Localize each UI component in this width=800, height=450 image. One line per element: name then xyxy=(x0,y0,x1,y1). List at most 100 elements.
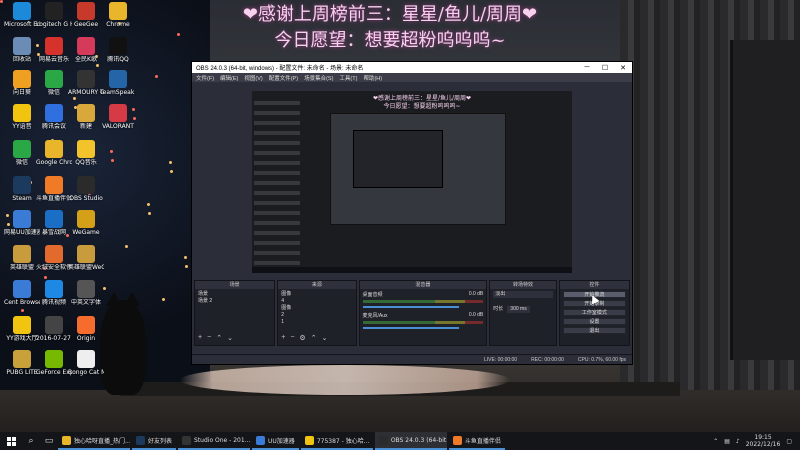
desktop-icon[interactable]: 英雄联盟 xyxy=(4,245,40,271)
maximize-icon[interactable]: ☐ xyxy=(596,64,614,72)
clock[interactable]: 19:15 2022/12/16 xyxy=(746,434,781,448)
desktop-icon[interactable]: 火绒安全软件 xyxy=(36,245,72,271)
desktop-icon[interactable]: 中英文字体 xyxy=(68,280,104,306)
desktop-icon[interactable]: 全民K歌 xyxy=(68,37,104,63)
taskbar-app[interactable]: 独心哈呀直播_热门... xyxy=(58,432,130,450)
search-icon[interactable]: ⌕ xyxy=(22,432,40,450)
desktop-icon[interactable]: 英雄联盟WeGame平台 xyxy=(68,245,104,271)
duration-input[interactable]: 300 ms xyxy=(507,306,530,313)
control-button[interactable]: 退出 xyxy=(562,327,626,334)
desktop-icon[interactable]: 网易UU加速器 xyxy=(4,210,40,236)
taskbar-app[interactable]: Studio One - 201... xyxy=(178,432,251,450)
desktop-icon[interactable]: OBS Studio xyxy=(68,176,104,202)
app-icon xyxy=(452,435,462,445)
move-down-icon[interactable]: ⌄ xyxy=(227,334,233,342)
source-item[interactable]: 图像 xyxy=(281,305,352,312)
menu-item[interactable]: 视图(V) xyxy=(244,74,262,82)
desktop-icon[interactable]: 微信 xyxy=(36,70,72,96)
scene-item[interactable]: 场景 2 xyxy=(198,298,271,305)
close-icon[interactable]: ✕ xyxy=(614,64,632,72)
volume-slider[interactable] xyxy=(362,327,460,329)
remove-icon[interactable]: − xyxy=(290,334,294,342)
add-icon[interactable]: + xyxy=(198,334,202,342)
desktop-icon[interactable]: WeGame xyxy=(68,210,104,236)
volume-slider[interactable] xyxy=(362,306,460,308)
desktop-icon[interactable]: VALORANT xyxy=(100,104,136,130)
desktop-icon[interactable]: GeeGee xyxy=(68,2,104,28)
mixer-channel[interactable]: 桌面音频 0.0 dB xyxy=(360,289,487,310)
obs-preview[interactable]: ❤感谢上周榜前三：星星/鱼儿/周周❤ 今日愿望：想要超粉呜呜呜~ xyxy=(252,91,572,273)
desktop-icon[interactable]: Chrome xyxy=(100,2,136,28)
minimize-icon[interactable]: ─ xyxy=(578,64,596,72)
desktop-icon[interactable]: TeamSpeak 3 xyxy=(100,70,136,96)
scenes-dock: 场景 场景 场景 2 + − ⌃ ⌄ xyxy=(194,280,276,346)
desktop-icon-label: 网易UU加速器 xyxy=(4,229,40,236)
scenes-list[interactable]: 场景 场景 2 xyxy=(195,289,274,307)
desktop-icon[interactable]: 向日葵 xyxy=(4,70,40,96)
taskbar-app[interactable]: OBS 24.0.3 (64-bit... xyxy=(374,432,447,450)
obs-titlebar[interactable]: OBS 24.0.3 (64-bit, windows) - 配置文件: 未命名… xyxy=(192,62,632,73)
source-item[interactable]: 2 xyxy=(281,312,352,319)
desktop-icon[interactable]: YY游戏大厅 xyxy=(4,316,40,342)
desktop-icon[interactable]: 腾讯会议 xyxy=(36,104,72,130)
city-light xyxy=(148,212,151,215)
sources-list[interactable]: 图像 4 图像 2 1 xyxy=(278,289,355,328)
notification-icon[interactable]: ▢ xyxy=(786,438,792,445)
obs-window[interactable]: OBS 24.0.3 (64-bit, windows) - 配置文件: 未命名… xyxy=(191,61,633,365)
desktop-icon[interactable]: Logitech G HUB xyxy=(36,2,72,28)
menu-item[interactable]: 编辑(E) xyxy=(220,74,238,82)
desktop-icon[interactable]: Bongo Cat Mver xyxy=(68,350,104,376)
city-light xyxy=(155,75,158,78)
control-button[interactable]: 工作室模式 xyxy=(562,309,626,316)
transitions-dock-title: 转场特效 xyxy=(490,281,556,289)
network-icon[interactable]: ▤ xyxy=(724,438,730,445)
source-item[interactable]: 4 xyxy=(281,298,352,305)
desktop-icon[interactable]: QQ音乐 xyxy=(68,140,104,166)
task-view-icon[interactable]: ▭ xyxy=(40,432,58,450)
channel-level: 0.0 dB xyxy=(468,291,484,297)
tray-arrow-icon[interactable]: ⌃ xyxy=(713,438,718,445)
menu-item[interactable]: 配置文件(P) xyxy=(269,74,298,82)
desktop-icon[interactable]: Steam xyxy=(4,176,40,202)
remove-icon[interactable]: − xyxy=(207,334,211,342)
gear-icon[interactable]: ⚙ xyxy=(299,334,305,342)
taskbar-app[interactable]: 775387 - 独心哈... xyxy=(300,432,373,450)
mixer-channel[interactable]: 麦克风/Aux 0.0 dB xyxy=(360,310,487,331)
taskbar-app[interactable]: 斗鱼直播伴侣 xyxy=(448,432,505,450)
desktop-icon[interactable]: Microsoft Edge xyxy=(4,2,40,28)
start-button[interactable] xyxy=(0,432,22,450)
desktop-icon[interactable]: 腾讯视频 xyxy=(36,280,72,306)
desktop-icon[interactable]: 斗鱼直播伴侣 xyxy=(36,176,72,202)
desktop-icon[interactable]: 网易云音乐 xyxy=(36,37,72,63)
desktop-icon[interactable]: GeForce Experience xyxy=(36,350,72,376)
scene-item[interactable]: 场景 xyxy=(198,291,271,298)
desktop-icon[interactable]: PUBG LITE xyxy=(4,350,40,376)
desktop-icon[interactable]: 微信 xyxy=(4,140,40,166)
add-icon[interactable]: + xyxy=(281,334,285,342)
desktop-icon[interactable]: 回收站 xyxy=(4,37,40,63)
control-button[interactable]: 设置 xyxy=(562,318,626,325)
preview-banner-line-1: ❤感谢上周榜前三：星星/鱼儿/周周❤ xyxy=(372,95,472,102)
menu-item[interactable]: 工具(T) xyxy=(339,74,357,82)
source-item[interactable]: 图像 xyxy=(281,291,352,298)
desktop-icon[interactable]: Origin xyxy=(68,316,104,342)
desktop-icon[interactable]: Cent Browser xyxy=(4,280,40,306)
taskbar-app[interactable]: UU加速器 xyxy=(252,432,299,450)
desktop-icon[interactable]: 2016-07-27 PreSonus xyxy=(36,316,72,342)
menu-item[interactable]: 文件(F) xyxy=(196,74,214,82)
desktop-icon[interactable]: Google Chrome xyxy=(36,140,72,166)
desktop-icon[interactable]: ARMOURY CRATE xyxy=(68,70,104,96)
desktop-icon[interactable]: YY语音 xyxy=(4,104,40,130)
menu-item[interactable]: 帮助(H) xyxy=(363,74,382,82)
menu-item[interactable]: 场景集合(S) xyxy=(304,74,333,82)
source-item[interactable]: 1 xyxy=(281,319,352,326)
move-down-icon[interactable]: ⌄ xyxy=(322,334,328,342)
desktop-icon[interactable]: 新建 xyxy=(68,104,104,130)
desktop-icon[interactable]: 腾讯QQ xyxy=(100,37,136,63)
desktop-icon[interactable]: 暴雪战网 xyxy=(36,210,72,236)
move-up-icon[interactable]: ⌃ xyxy=(216,334,222,342)
transition-select[interactable]: 淡出 xyxy=(493,291,553,298)
taskbar-app[interactable]: 好友列表 xyxy=(132,432,177,450)
move-up-icon[interactable]: ⌃ xyxy=(311,334,317,342)
volume-icon[interactable]: ♪ xyxy=(736,438,740,445)
